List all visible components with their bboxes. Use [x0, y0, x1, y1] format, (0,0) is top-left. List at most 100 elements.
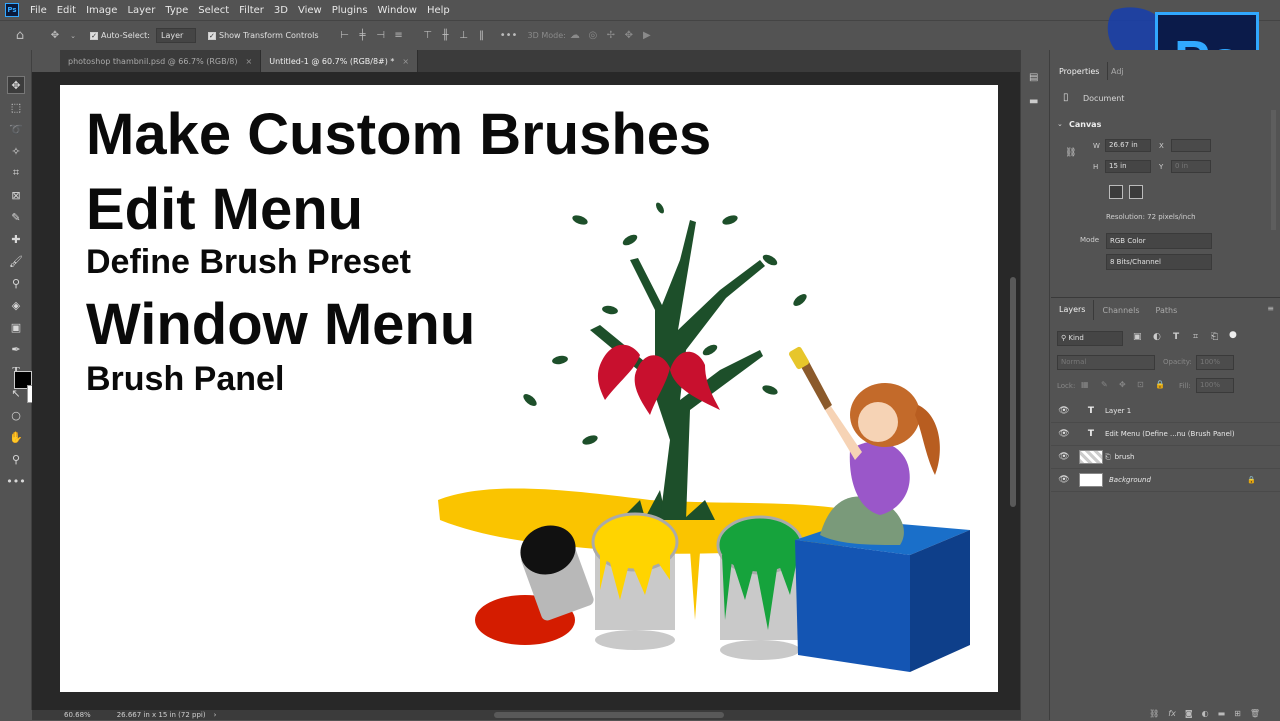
menu-plugins[interactable]: Plugins: [327, 5, 373, 16]
menu-edit[interactable]: Edit: [52, 5, 81, 16]
hand-tool-icon[interactable]: ✋: [7, 428, 25, 446]
properties-scrollbar[interactable]: [1271, 110, 1276, 230]
photoshop-app-icon[interactable]: Ps: [5, 3, 19, 17]
kind-filter-select[interactable]: ⚲ Kind: [1057, 331, 1123, 346]
visibility-eye-icon[interactable]: 👁: [1051, 475, 1077, 485]
3d-slide-icon[interactable]: ✥: [623, 30, 635, 42]
show-transform-option[interactable]: ✓ Show Transform Controls: [207, 31, 319, 40]
add-mask-icon[interactable]: ◙: [1185, 709, 1193, 718]
x-field[interactable]: [1171, 139, 1211, 152]
filter-toggle-icon[interactable]: ●: [1229, 330, 1237, 340]
layer-row[interactable]: 👁 T Edit Menu (Define ...nu (Brush Panel…: [1051, 423, 1280, 446]
history-icon[interactable]: ▤: [1029, 72, 1038, 83]
lock-artboard-icon[interactable]: ⊡: [1137, 380, 1144, 389]
crop-tool-icon[interactable]: ⌗: [7, 164, 25, 182]
tab-untitled-1[interactable]: Untitled-1 @ 60.7% (RGB/8#) * ×: [261, 50, 419, 72]
bits-select[interactable]: 8 Bits/Channel: [1106, 254, 1212, 270]
align-top-icon[interactable]: ⊤: [422, 30, 434, 42]
height-field[interactable]: 15 in: [1105, 160, 1151, 173]
lock-transparent-icon[interactable]: ▦: [1081, 380, 1089, 389]
healing-brush-tool-icon[interactable]: ✚: [7, 230, 25, 248]
vertical-scrollbar[interactable]: [1010, 277, 1016, 507]
portrait-orientation-button[interactable]: [1109, 185, 1123, 199]
status-chevron-icon[interactable]: ›: [214, 711, 217, 719]
zoom-level[interactable]: 60.68%: [64, 711, 91, 719]
lasso-tool-icon[interactable]: ➰: [7, 120, 25, 138]
adjustment-layer-icon[interactable]: ◐: [1202, 709, 1209, 718]
lock-pixels-icon[interactable]: ✎: [1101, 380, 1108, 389]
fill-field[interactable]: 100%: [1196, 378, 1234, 393]
align-left-icon[interactable]: ⊢: [339, 30, 351, 42]
tab-adjustments[interactable]: Adj: [1103, 62, 1132, 80]
eyedropper-tool-icon[interactable]: ✎: [7, 208, 25, 226]
move-tool-icon[interactable]: ✥: [7, 76, 25, 94]
new-layer-icon[interactable]: ⊞: [1234, 709, 1241, 718]
3d-roll-icon[interactable]: ◎: [587, 30, 599, 42]
align-right-icon[interactable]: ⊣: [375, 30, 387, 42]
move-tool-icon[interactable]: ✥: [49, 30, 61, 42]
filter-adjustment-icon[interactable]: ◐: [1153, 332, 1161, 342]
y-field[interactable]: 0 in: [1171, 160, 1211, 173]
menu-image[interactable]: Image: [81, 5, 122, 16]
close-icon[interactable]: ×: [402, 57, 409, 66]
layer-row[interactable]: 👁 T Layer 1: [1051, 400, 1280, 423]
layer-row[interactable]: 👁 Background 🔒: [1051, 469, 1280, 492]
stamp-tool-icon[interactable]: ⚲: [7, 274, 25, 292]
marquee-tool-icon[interactable]: ⬚: [7, 98, 25, 116]
align-bottom-icon[interactable]: ⊥: [458, 30, 470, 42]
align-middle-icon[interactable]: ╫: [440, 30, 452, 42]
width-field[interactable]: 26.67 in: [1105, 139, 1151, 152]
align-center-icon[interactable]: ╪: [357, 30, 369, 42]
landscape-orientation-button[interactable]: [1129, 185, 1143, 199]
menu-filter[interactable]: Filter: [234, 5, 269, 16]
3d-orbit-icon[interactable]: ☁: [569, 30, 581, 42]
menu-3d[interactable]: 3D: [269, 5, 293, 16]
layer-row[interactable]: 👁 ⎗ brush: [1051, 446, 1280, 469]
filter-type-icon[interactable]: T: [1173, 332, 1179, 342]
layer-name[interactable]: Background: [1109, 476, 1151, 484]
blend-mode-select[interactable]: Normal: [1057, 355, 1155, 370]
opacity-field[interactable]: 100%: [1196, 355, 1234, 370]
edit-toolbar-icon[interactable]: •••: [6, 472, 25, 490]
new-group-icon[interactable]: ▬: [1218, 709, 1226, 718]
eraser-tool-icon[interactable]: ◈: [7, 296, 25, 314]
shape-tool-icon[interactable]: ○: [7, 406, 25, 424]
delete-layer-icon[interactable]: 🗑: [1250, 709, 1260, 718]
gradient-tool-icon[interactable]: ▣: [7, 318, 25, 336]
auto-select-checkbox[interactable]: ✓: [90, 31, 98, 40]
horizontal-scrollbar[interactable]: [494, 712, 724, 718]
menu-view[interactable]: View: [293, 5, 327, 16]
tab-layers[interactable]: Layers: [1051, 300, 1095, 320]
home-icon[interactable]: ⌂: [14, 28, 26, 43]
visibility-eye-icon[interactable]: 👁: [1051, 429, 1077, 439]
layer-name[interactable]: Edit Menu (Define ...nu (Brush Panel): [1105, 430, 1235, 438]
tab-paths[interactable]: Paths: [1148, 306, 1186, 315]
visibility-eye-icon[interactable]: 👁: [1051, 406, 1077, 416]
distribute-icon[interactable]: ≡: [393, 30, 405, 42]
chevron-down-icon[interactable]: ⌄: [67, 30, 79, 42]
3d-camera-icon[interactable]: ▶: [641, 30, 653, 42]
lock-all-icon[interactable]: 🔒: [1155, 380, 1165, 389]
link-layers-icon[interactable]: ⛓: [1149, 709, 1159, 718]
zoom-tool-icon[interactable]: ⚲: [7, 450, 25, 468]
lock-position-icon[interactable]: ✥: [1119, 380, 1126, 389]
3d-pan-icon[interactable]: ✢: [605, 30, 617, 42]
document-canvas[interactable]: Make Custom Brushes Edit Menu Define Bru…: [60, 85, 998, 692]
layer-name[interactable]: Layer 1: [1105, 407, 1131, 415]
menu-file[interactable]: File: [25, 5, 52, 16]
visibility-eye-icon[interactable]: 👁: [1051, 452, 1077, 462]
tab-properties[interactable]: Properties: [1051, 62, 1109, 80]
auto-select-option[interactable]: ✓ Auto-Select:: [90, 31, 150, 40]
menu-type[interactable]: Type: [160, 5, 193, 16]
mode-select[interactable]: RGB Color: [1106, 233, 1212, 249]
layer-name[interactable]: brush: [1115, 453, 1135, 461]
distribute-vertical-icon[interactable]: ‖: [476, 30, 488, 42]
fx-icon[interactable]: fx: [1168, 709, 1176, 718]
auto-select-target-dropdown[interactable]: Layer: [155, 28, 196, 43]
frame-tool-icon[interactable]: ⊠: [7, 186, 25, 204]
magic-wand-tool-icon[interactable]: ✧: [7, 142, 25, 160]
filter-shape-icon[interactable]: ⌗: [1193, 332, 1198, 342]
comments-icon[interactable]: ▬: [1029, 96, 1038, 107]
panel-menu-icon[interactable]: ≡: [1267, 304, 1274, 313]
close-icon[interactable]: ×: [246, 57, 253, 66]
